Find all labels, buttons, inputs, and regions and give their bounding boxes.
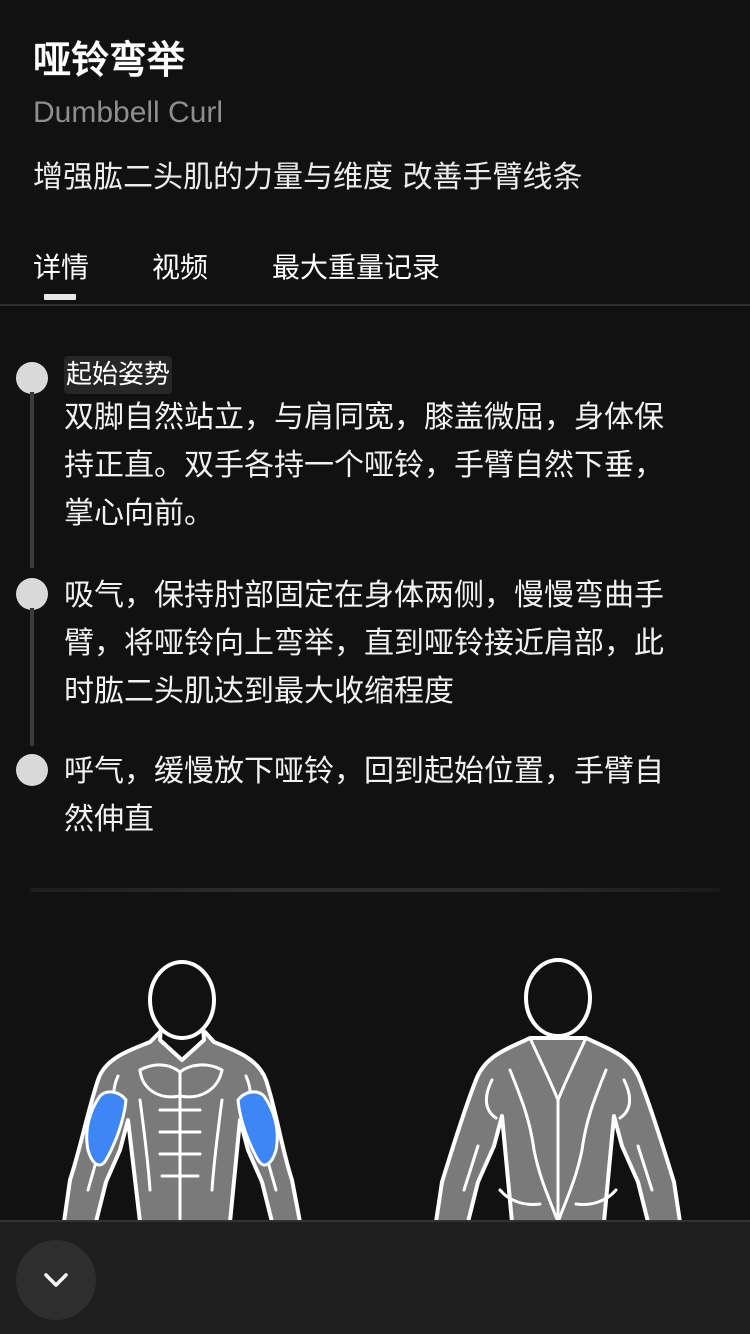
muscle-map <box>62 958 682 1220</box>
front-body-figure <box>62 960 302 1220</box>
tab-bar: 详情 视频 最大重量记录 <box>0 240 750 306</box>
tab-video[interactable]: 视频 <box>152 248 208 288</box>
front-head <box>148 960 216 1040</box>
exercise-description: 增强肱二头肌的力量与维度 改善手臂线条 <box>33 160 583 195</box>
step-text-line: 掌心向前。 <box>64 496 214 531</box>
exercise-detail-page: 哑铃弯举 Dumbbell Curl 增强肱二头肌的力量与维度 改善手臂线条 详… <box>0 0 750 1334</box>
step-label: 起始姿势 <box>64 356 173 394</box>
tab-details[interactable]: 详情 <box>33 248 89 288</box>
step-text: 吸气，保持肘部固定在身体两侧，慢慢弯曲手 臂，将哑铃向上弯举，直到哑铃接近肩部，… <box>64 572 714 716</box>
timeline-dot <box>16 362 48 394</box>
step-text-line: 持正直。双手各持一个哑铃，手臂自然下垂， <box>64 448 664 483</box>
step-text-line: 吸气，保持肘部固定在身体两侧，慢慢弯曲手 <box>64 578 664 613</box>
step-text: 双脚自然站立，与肩同宽，膝盖微屈，身体保 持正直。双手各持一个哑铃，手臂自然下垂… <box>64 394 714 538</box>
section-divider <box>30 888 720 892</box>
exercise-title: 哑铃弯举 <box>33 38 186 82</box>
step-text-line: 时肱二头肌达到最大收缩程度 <box>64 674 454 709</box>
back-head <box>524 958 592 1038</box>
step-text-line: 然伸直 <box>64 802 154 837</box>
step-text-line: 呼气，缓慢放下哑铃，回到起始位置，手臂自 <box>64 754 664 789</box>
timeline-line <box>30 608 34 746</box>
exercise-subtitle: Dumbbell Curl <box>33 96 224 129</box>
active-tab-indicator <box>44 294 76 300</box>
chevron-down-icon <box>44 1273 68 1287</box>
bottom-bar <box>0 1220 750 1334</box>
timeline-line <box>30 392 34 568</box>
step-text-line: 臂，将哑铃向上弯举，直到哑铃接近肩部，此 <box>64 626 664 661</box>
step-text: 呼气，缓慢放下哑铃，回到起始位置，手臂自 然伸直 <box>64 748 714 844</box>
step-text-line: 双脚自然站立，与肩同宽，膝盖微屈，身体保 <box>64 400 664 435</box>
timeline-dot <box>16 754 48 786</box>
timeline-dot <box>16 578 48 610</box>
collapse-button[interactable] <box>16 1240 96 1320</box>
tab-max-weight-record[interactable]: 最大重量记录 <box>272 248 440 288</box>
